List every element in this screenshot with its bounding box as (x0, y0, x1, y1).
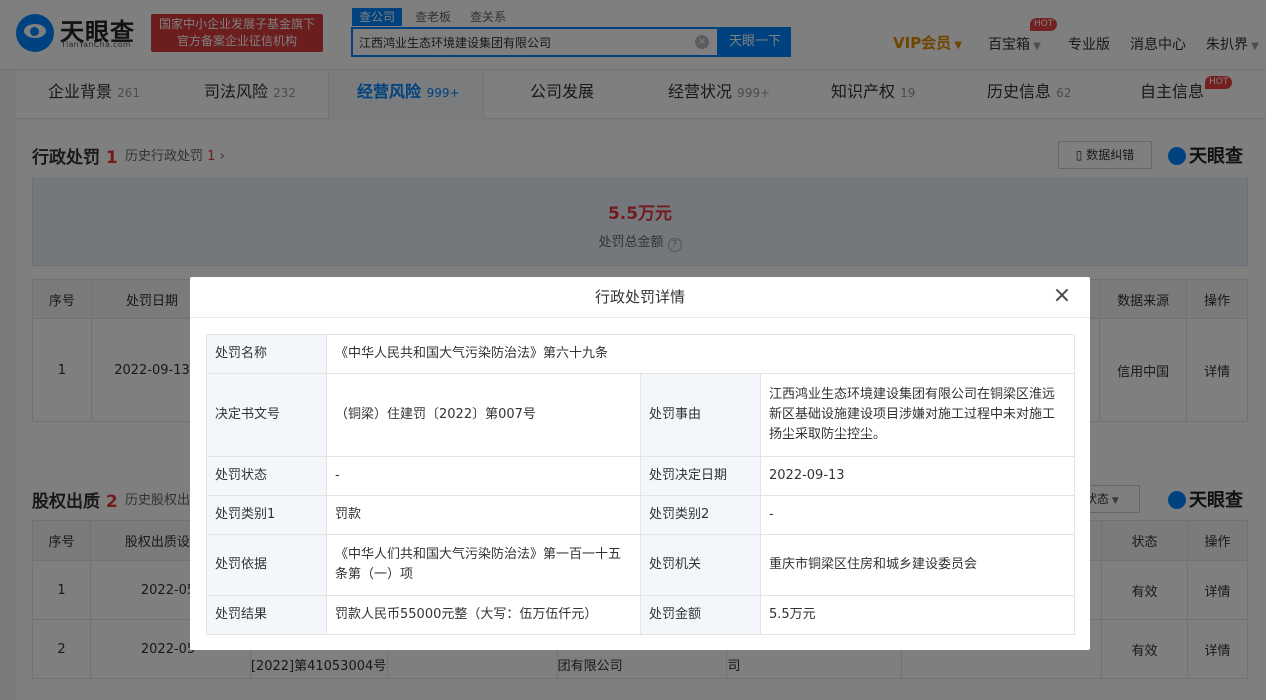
label-category-2: 处罚类别2 (640, 495, 761, 535)
value-penalty-name: 《中华人民共和国大气污染防治法》第六十九条 (326, 334, 1075, 374)
value-penalty-reason: 江西鸿业生态环境建设集团有限公司在铜梁区淮远新区基础设施建设项目涉嫌对施工过程中… (760, 373, 1075, 457)
label-penalty-amount: 处罚金额 (640, 595, 761, 635)
label-penalty-reason: 处罚事由 (640, 373, 761, 457)
value-penalty-basis: 《中华人们共和国大气污染防治法》第一百一十五条第（一）项 (326, 534, 641, 596)
value-decision-date: 2022-09-13 (760, 456, 1075, 496)
label-penalty-result: 处罚结果 (206, 595, 327, 635)
value-authority: 重庆市铜梁区住房和城乡建设委员会 (760, 534, 1075, 596)
penalty-detail-table: 处罚名称 《中华人民共和国大气污染防治法》第六十九条 决定书文号 （铜梁）住建罚… (206, 334, 1075, 635)
label-penalty-basis: 处罚依据 (206, 534, 327, 596)
label-authority: 处罚机关 (640, 534, 761, 596)
label-category-1: 处罚类别1 (206, 495, 327, 535)
value-penalty-result: 罚款人民币55000元整（大写：伍万伍仟元） (326, 595, 641, 635)
label-decision-date: 处罚决定日期 (640, 456, 761, 496)
dialog-title: 行政处罚详情 (190, 277, 1090, 318)
value-penalty-status: - (326, 456, 641, 496)
label-decision-doc-no: 决定书文号 (206, 373, 327, 457)
value-category-2: - (760, 495, 1075, 535)
penalty-detail-dialog: 行政处罚详情 × 处罚名称 《中华人民共和国大气污染防治法》第六十九条 决定书文… (190, 277, 1090, 650)
value-category-1: 罚款 (326, 495, 641, 535)
close-icon[interactable]: × (1052, 285, 1072, 307)
value-penalty-amount: 5.5万元 (760, 595, 1075, 635)
label-penalty-name: 处罚名称 (206, 334, 327, 374)
label-penalty-status: 处罚状态 (206, 456, 327, 496)
value-decision-doc-no: （铜梁）住建罚〔2022〕第007号 (326, 373, 641, 457)
